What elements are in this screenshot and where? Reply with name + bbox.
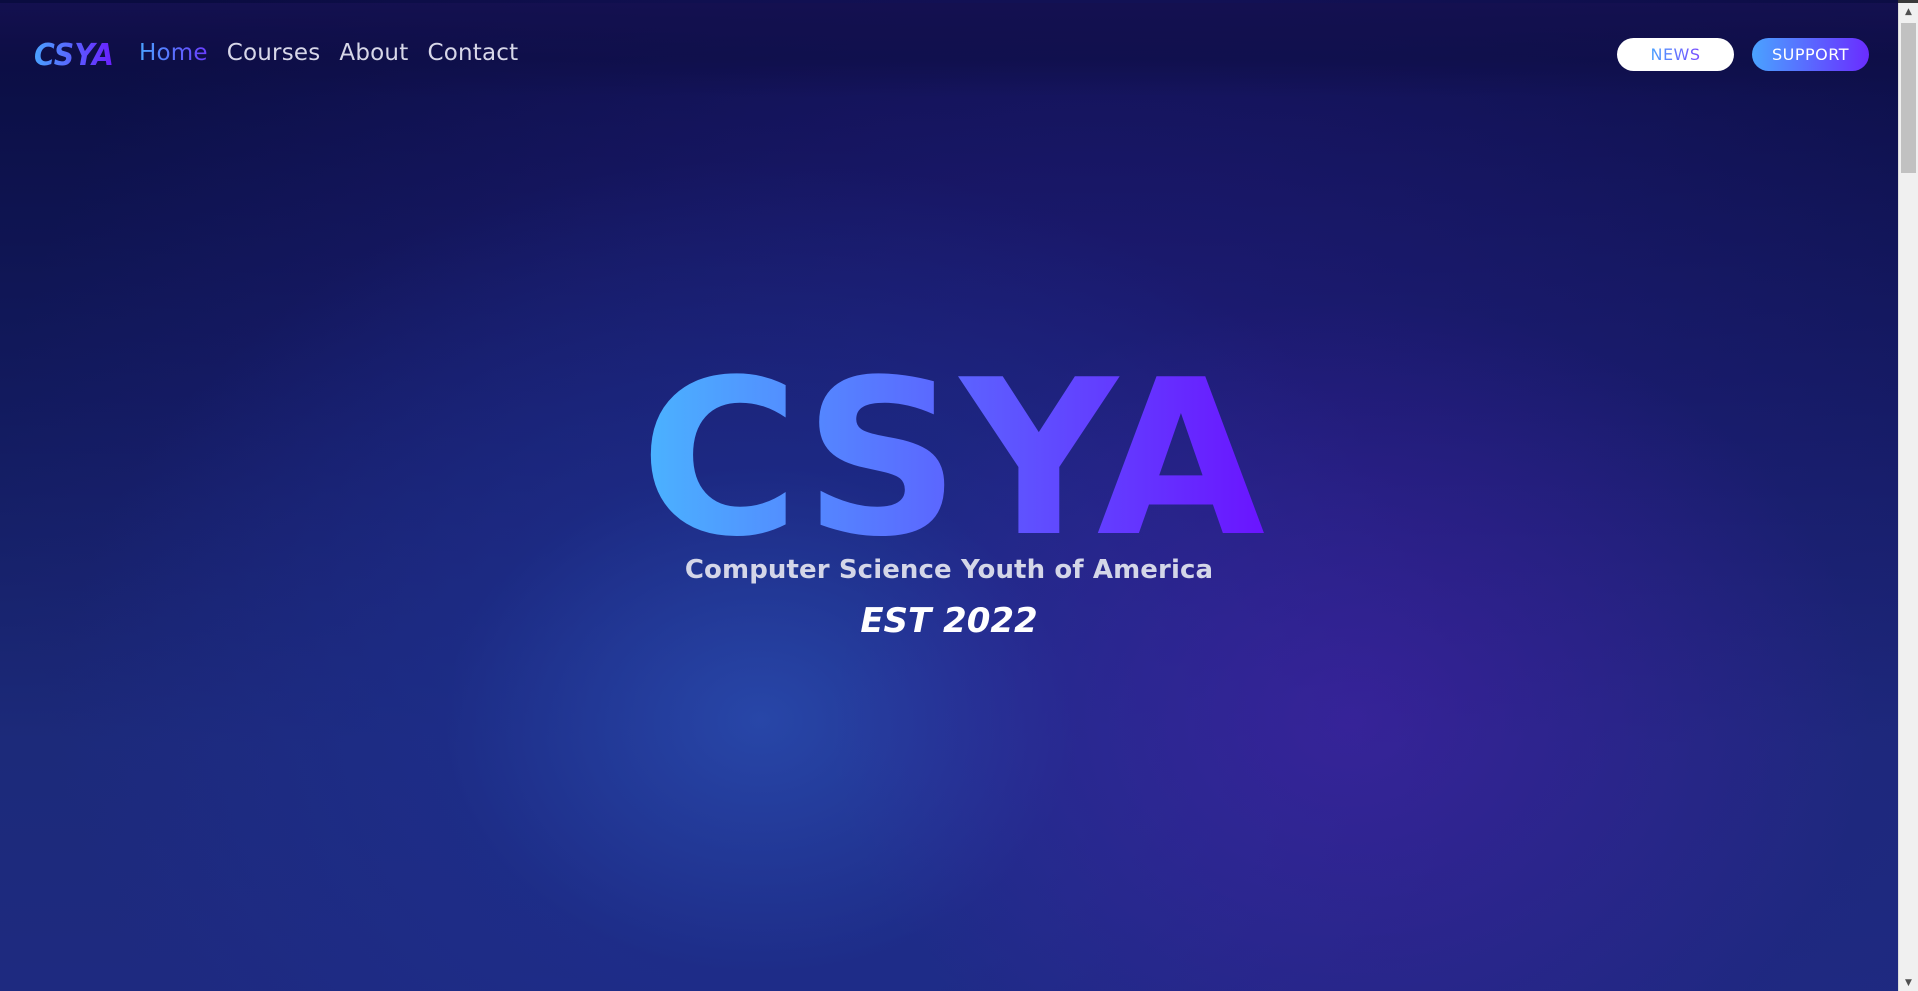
hero-established: EST 2022 <box>860 601 1038 641</box>
news-button-label: NEWS <box>1650 45 1701 64</box>
support-button-label: SUPPORT <box>1772 45 1849 64</box>
hero-title: CSYA <box>640 365 1265 545</box>
nav-home-link[interactable]: Home <box>139 37 208 69</box>
navbar: CSYA Home Courses About Contact NEWS SUP… <box>0 3 1898 97</box>
scrollbar-thumb[interactable] <box>1901 23 1916 173</box>
svg-text:CSYA: CSYA <box>34 38 114 68</box>
triangle-up-icon[interactable]: ▲ <box>1899 3 1918 20</box>
nav-about-link[interactable]: About <box>339 37 408 69</box>
hero-title-text: CSYA <box>640 365 1265 545</box>
support-button[interactable]: SUPPORT <box>1752 38 1869 71</box>
news-button[interactable]: NEWS <box>1617 38 1734 71</box>
nav-courses-link[interactable]: Courses <box>227 37 321 69</box>
main-nav: Home Courses About Contact <box>139 37 537 69</box>
hero-subtitle: Computer Science Youth of America <box>684 555 1214 585</box>
nav-contact-link[interactable]: Contact <box>427 37 518 69</box>
landing-page: CSYA Home Courses About Contact NEWS SUP… <box>0 0 1898 991</box>
triangle-down-icon[interactable]: ▼ <box>1899 974 1918 991</box>
site-logo[interactable]: CSYA <box>34 37 116 69</box>
page-scrollbar[interactable]: ▲ ▼ <box>1898 3 1918 991</box>
logo-icon: CSYA <box>34 38 114 68</box>
hero-title-graphic: CSYA <box>640 365 1265 545</box>
